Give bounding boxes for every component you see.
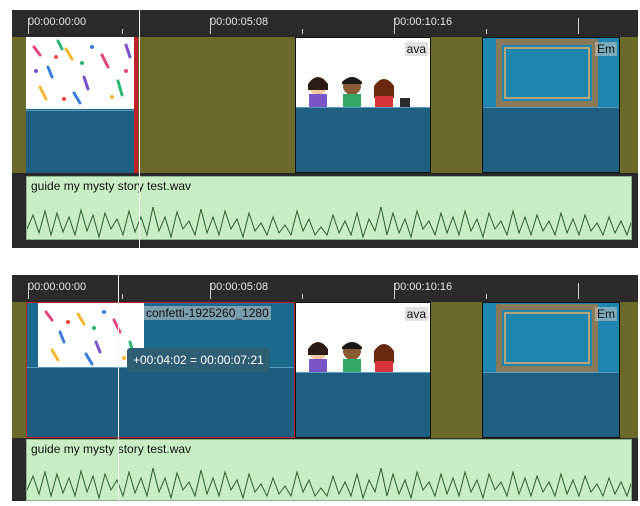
video-clip-avatar[interactable]: ava <box>295 37 431 173</box>
audio-track: guide my mysty story test.wav <box>12 439 638 501</box>
audio-waveform <box>27 206 631 239</box>
video-clip-frame[interactable]: Em <box>482 37 620 173</box>
audio-clip[interactable]: guide my mysty story test.wav <box>26 176 632 240</box>
video-track: ava Em <box>12 37 638 173</box>
clip-label-avatar: ava <box>404 307 428 321</box>
playhead[interactable] <box>118 275 119 501</box>
clip-label-avatar: ava <box>404 42 428 56</box>
ruler-label-0: 00:00:00:00 <box>28 16 87 28</box>
timeline-ruler[interactable]: 00:00:00:00 00:00:05:08 00:00:10:16 <box>12 275 638 299</box>
playhead[interactable] <box>139 10 140 248</box>
audio-clip[interactable]: guide my mysty story test.wav <box>26 439 632 501</box>
video-clip-frame[interactable]: Em <box>482 302 620 438</box>
video-track: confetti-1925260_1280 ava Em +00:04:02 =… <box>12 302 638 438</box>
timeline-ruler[interactable]: 00:00:00:00 00:00:05:08 00:00:10:16 <box>12 10 638 34</box>
move-offset-tooltip: +00:04:02 = 00:00:07:21 <box>127 348 270 372</box>
ruler-label-0: 00:00:00:00 <box>28 281 87 293</box>
confetti-thumbnail <box>26 37 134 109</box>
video-clip-confetti[interactable] <box>26 37 138 173</box>
ruler-label-2: 00:00:10:16 <box>394 281 453 293</box>
ruler-label-1: 00:00:05:08 <box>210 16 269 28</box>
timeline-panel-before: 00:00:00:00 00:00:05:08 00:00:10:16 ava … <box>12 10 638 248</box>
clip-label-frame: Em <box>595 307 617 321</box>
timeline-panel-after: 00:00:00:00 00:00:05:08 00:00:10:16 conf… <box>12 275 638 501</box>
audio-track: guide my mysty story test.wav <box>12 174 638 244</box>
clip-label-frame: Em <box>595 42 617 56</box>
video-clip-avatar[interactable]: ava <box>295 302 431 438</box>
ruler-label-2: 00:00:10:16 <box>394 16 453 28</box>
ruler-label-1: 00:00:05:08 <box>210 281 269 293</box>
